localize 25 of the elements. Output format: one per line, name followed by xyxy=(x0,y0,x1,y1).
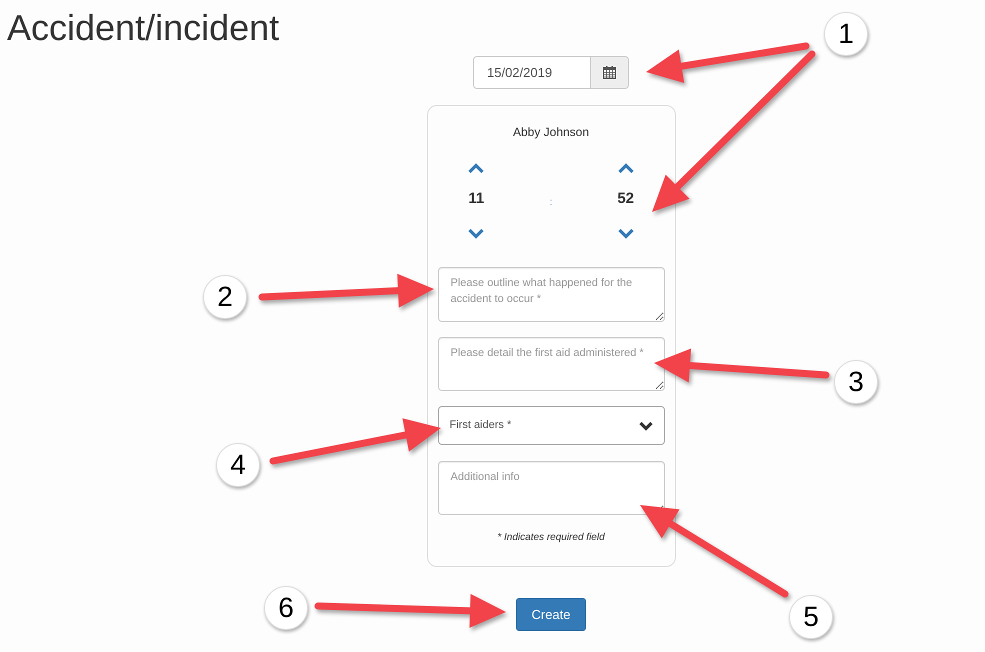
date-field[interactable]: 15/02/2019 xyxy=(473,56,591,89)
person-name: Abby Johnson xyxy=(512,124,590,140)
callout-number: 5 xyxy=(789,595,833,639)
text-area[interactable]: Please outline what happened for the accident to occur * xyxy=(438,267,664,322)
hours-value: 11 xyxy=(468,189,484,209)
text-area[interactable]: Please detail the first aid administered * xyxy=(438,337,664,391)
callout-number: 6 xyxy=(264,586,308,630)
chevron-down-icon xyxy=(618,228,634,238)
page-title: Accident/incident xyxy=(7,8,280,48)
required-field-note: * Indicates required field xyxy=(497,531,605,545)
chevron-up-icon xyxy=(468,162,484,174)
callout-number: 4 xyxy=(216,443,260,487)
dropdown[interactable]: First aiders * xyxy=(438,406,664,445)
time-separator: : xyxy=(550,196,552,208)
calendar-button[interactable] xyxy=(591,56,629,89)
callout-number: 1 xyxy=(824,12,868,56)
create-button[interactable]: Create xyxy=(516,598,586,631)
text-area[interactable]: Additional info xyxy=(438,461,664,515)
minutes-value: 52 xyxy=(617,189,634,209)
callout-number: 2 xyxy=(203,275,247,319)
chevron-down-icon xyxy=(638,420,652,430)
chevron-up-icon xyxy=(618,162,634,174)
chevron-down-icon xyxy=(468,228,484,238)
calendar-icon xyxy=(603,66,616,79)
callout-number: 3 xyxy=(834,360,878,404)
